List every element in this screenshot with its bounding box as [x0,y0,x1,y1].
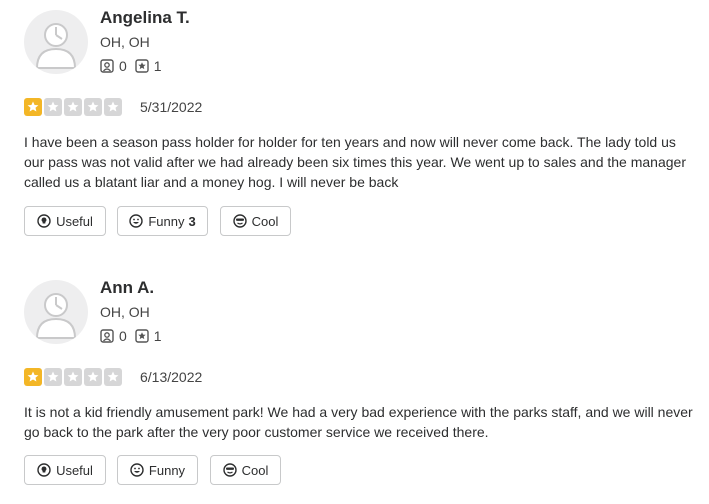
reviewer-stats: 0 1 [100,57,170,75]
useful-button[interactable]: Useful [24,455,106,485]
star-icon [24,98,42,116]
funny-label: Funny [148,462,186,478]
useful-label: Useful [56,213,93,229]
star-rating [24,368,124,386]
useful-button[interactable]: Useful [24,206,106,236]
cool-label: Cool [251,213,279,229]
star-icon [104,368,122,386]
friends-icon [100,59,114,73]
review-date: 5/31/2022 [140,99,203,115]
cool-face-icon [232,214,247,228]
reviews-stat: 1 [135,328,162,344]
funny-face-icon [130,463,144,477]
review-text: I have been a season pass holder for hol… [24,134,686,190]
friends-icon [100,329,114,343]
cool-button[interactable]: Cool [210,455,281,485]
star-icon [64,368,82,386]
star-icon [24,368,42,386]
star-icon [84,368,102,386]
star-icon [84,98,102,116]
review-star-icon [135,329,149,343]
reviewer-location: OH, OH [100,34,150,50]
lightbulb-icon [37,214,51,228]
useful-label: Useful [56,462,93,478]
reviews-stat: 1 [135,58,162,74]
cool-face-icon [222,463,237,477]
review-star-icon [135,59,149,73]
reviews-count: 1 [153,58,162,74]
reviewer-name[interactable]: Ann A. [100,278,154,298]
user-avatar-icon[interactable] [24,10,88,74]
star-icon [44,368,62,386]
review-date: 6/13/2022 [140,369,203,385]
star-icon [64,98,82,116]
friends-count: 0 [119,58,127,74]
reviews-count: 1 [153,328,162,344]
friends-stat: 0 [100,328,127,344]
user-avatar-icon[interactable] [24,280,88,344]
cool-button[interactable]: Cool [220,206,291,236]
funny-count: 3 [188,213,196,229]
funny-button[interactable]: Funny 3 [117,206,208,236]
star-rating [24,98,124,116]
reviewer-stats: 0 1 [100,327,170,345]
lightbulb-icon [37,463,51,477]
funny-button[interactable]: Funny [117,455,198,485]
funny-face-icon [129,214,144,228]
star-icon [44,98,62,116]
cool-label: Cool [241,462,269,478]
star-icon [104,98,122,116]
funny-label: Funny [148,213,185,229]
friends-stat: 0 [100,58,127,74]
reviewer-name[interactable]: Angelina T. [100,8,190,28]
friends-count: 0 [119,328,127,344]
review-text: It is not a kid friendly amusement park!… [24,404,693,440]
reviewer-location: OH, OH [100,304,150,320]
